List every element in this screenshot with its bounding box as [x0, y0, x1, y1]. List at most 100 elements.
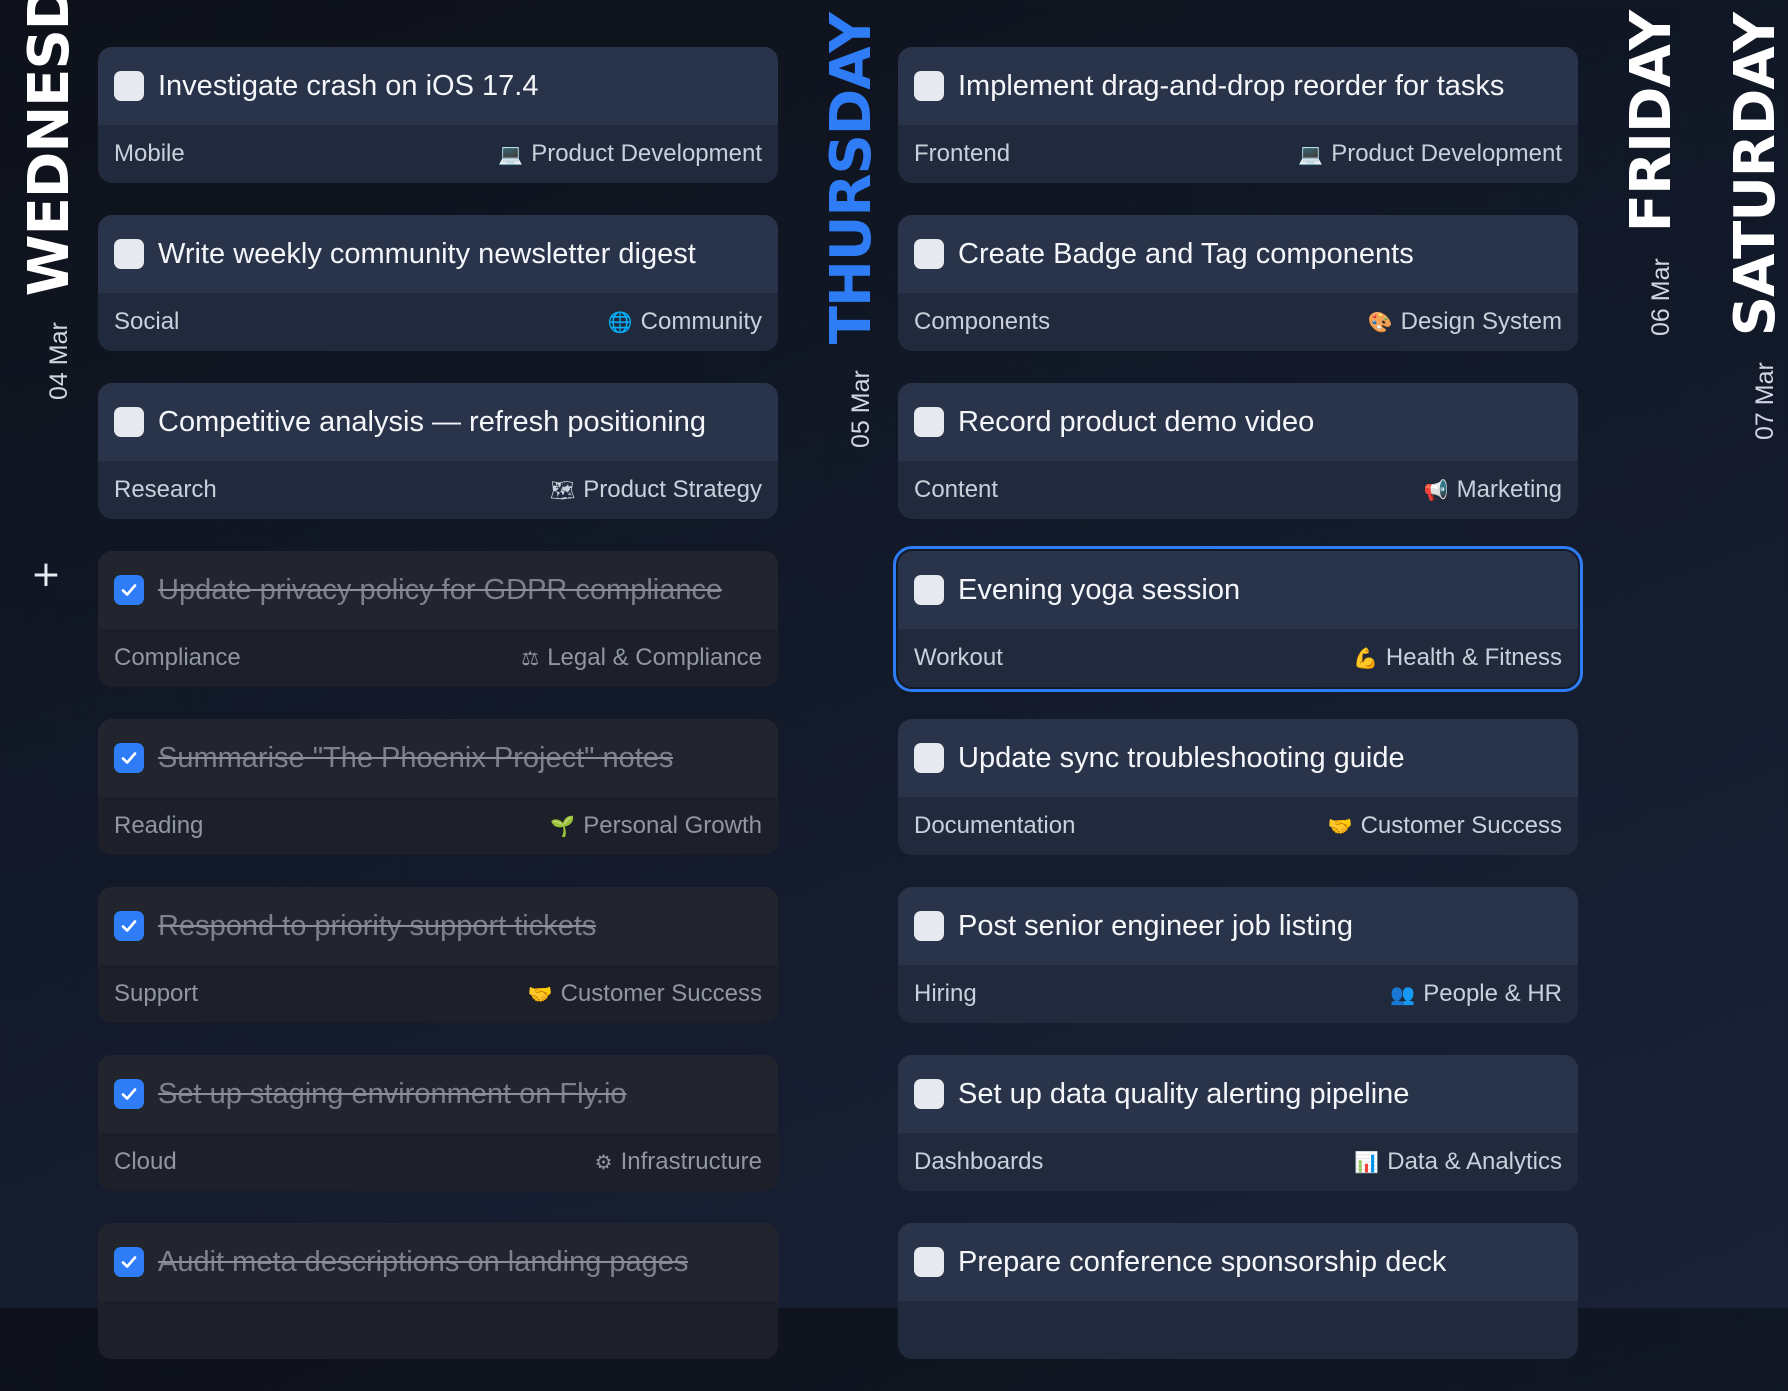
- task-card-footer: Dashboards 📊 Data & Analytics: [898, 1133, 1578, 1191]
- day-name: WEDNESDAY: [17, 0, 82, 297]
- task-card-footer: Compliance ⚖ Legal & Compliance: [98, 629, 778, 687]
- checkbox-checked[interactable]: [114, 743, 144, 773]
- day-date: 04 Mar: [45, 322, 73, 400]
- task-tag: Workout: [914, 644, 1003, 671]
- task-title[interactable]: Investigate crash on iOS 17.4: [158, 70, 538, 103]
- task-category-label: Customer Success: [1360, 812, 1562, 839]
- task-title[interactable]: Prepare conference sponsorship deck: [958, 1246, 1446, 1279]
- task-card[interactable]: Post senior engineer job listing Hiring 👥 P…: [898, 887, 1578, 1023]
- task-card-footer: Social 🌐 Community: [98, 293, 778, 351]
- task-category: 📢 Marketing: [1424, 476, 1562, 504]
- task-card[interactable]: Update privacy policy for GDPR complianc…: [98, 551, 778, 687]
- task-title[interactable]: Set up staging environment on Fly.io: [158, 1078, 627, 1111]
- task-category-label: Product Strategy: [583, 476, 762, 503]
- day-name: THURSDAY: [819, 13, 884, 345]
- task-tag: Support: [114, 980, 199, 1007]
- checkbox[interactable]: [914, 407, 944, 437]
- globe-icon: 🌐: [607, 310, 633, 334]
- task-card[interactable]: Record product demo video Content 📢 Marketi…: [898, 383, 1578, 519]
- task-category-label: Infrastructure: [620, 1148, 762, 1175]
- task-card[interactable]: Set up data quality alerting pipeline Das…: [898, 1055, 1578, 1191]
- checkbox-checked[interactable]: [114, 911, 144, 941]
- task-card-header: Record product demo video: [898, 383, 1578, 461]
- day-date: 06 Mar: [1647, 258, 1675, 336]
- task-category: 👥 People & HR: [1390, 980, 1562, 1008]
- checkbox[interactable]: [114, 407, 144, 437]
- task-title[interactable]: Audit meta descriptions on landing pages: [158, 1246, 688, 1279]
- checkbox[interactable]: [914, 71, 944, 101]
- task-category: ⚙ Infrastructure: [595, 1148, 762, 1176]
- checkbox[interactable]: [914, 1079, 944, 1109]
- checkbox[interactable]: [114, 71, 144, 101]
- task-card-header: Evening yoga session: [898, 551, 1578, 629]
- task-title[interactable]: Create Badge and Tag components: [958, 238, 1414, 271]
- task-category: 💻 Product Development: [1298, 140, 1562, 168]
- task-title[interactable]: Set up data quality alerting pipeline: [958, 1078, 1409, 1111]
- task-card-header: Post senior engineer job listing: [898, 887, 1578, 965]
- task-card[interactable]: Create Badge and Tag components Component…: [898, 215, 1578, 351]
- task-category-label: Marketing: [1456, 476, 1562, 503]
- task-title[interactable]: Competitive analysis — refresh positioni…: [158, 406, 706, 439]
- wednesday-column: Investigate crash on iOS 17.4 Mobile 💻 Prod…: [98, 47, 778, 1391]
- task-card-footer: Support 🤝 Customer Success: [98, 965, 778, 1023]
- checkbox-checked[interactable]: [114, 575, 144, 605]
- checkbox[interactable]: [914, 575, 944, 605]
- task-category: 📊 Data & Analytics: [1354, 1148, 1562, 1176]
- thursday-column: Implement drag-and-drop reorder for task…: [893, 47, 1583, 1391]
- task-card-header: Create Badge and Tag components: [898, 215, 1578, 293]
- task-category-label: Product Development: [1331, 140, 1562, 167]
- task-card[interactable]: Audit meta descriptions on landing pages: [98, 1223, 778, 1359]
- flexed-arm-icon: 💪: [1353, 646, 1378, 670]
- checkbox[interactable]: [914, 911, 944, 941]
- task-tag: Documentation: [914, 812, 1076, 839]
- task-card-footer: [98, 1301, 778, 1359]
- task-card[interactable]: Summarise "The Phoenix Project" notes Rea…: [98, 719, 778, 855]
- task-card-footer: Documentation 🤝 Customer Success: [898, 797, 1578, 855]
- task-category: ⚖ Legal & Compliance: [521, 644, 762, 672]
- checkmark-icon: [121, 920, 137, 932]
- map-icon: 🗺: [549, 478, 576, 502]
- task-title[interactable]: Summarise "The Phoenix Project" notes: [158, 742, 673, 775]
- task-title[interactable]: Implement drag-and-drop reorder for task…: [958, 70, 1504, 103]
- task-card-footer: Mobile 💻 Product Development: [98, 125, 778, 183]
- task-category-label: Personal Growth: [583, 812, 762, 839]
- task-card[interactable]: Evening yoga session Workout 💪 Health & Fit…: [893, 546, 1583, 692]
- task-card[interactable]: Write weekly community newsletter digest…: [98, 215, 778, 351]
- checkbox[interactable]: [914, 239, 944, 269]
- checkbox[interactable]: [914, 743, 944, 773]
- task-tag: Mobile: [114, 140, 185, 167]
- scales-icon: ⚖: [521, 646, 540, 670]
- laptop-icon: 💻: [1298, 142, 1324, 166]
- task-category-label: Legal & Compliance: [547, 644, 762, 671]
- day-name: FRIDAY: [1619, 10, 1684, 233]
- checkbox[interactable]: [114, 239, 144, 269]
- add-task-button[interactable]: +: [30, 557, 62, 593]
- checkbox-checked[interactable]: [114, 1079, 144, 1109]
- task-tag: Research: [114, 476, 217, 503]
- task-category-label: Customer Success: [560, 980, 762, 1007]
- task-title[interactable]: Record product demo video: [958, 406, 1314, 439]
- task-category: 💻 Product Development: [498, 140, 762, 168]
- task-title[interactable]: Update privacy policy for GDPR complianc…: [158, 574, 722, 607]
- task-card[interactable]: Prepare conference sponsorship deck: [898, 1223, 1578, 1359]
- checkbox-checked[interactable]: [114, 1247, 144, 1277]
- task-title[interactable]: Evening yoga session: [958, 574, 1240, 607]
- laptop-icon: 💻: [498, 142, 524, 166]
- task-card[interactable]: Competitive analysis — refresh positioni…: [98, 383, 778, 519]
- task-card[interactable]: Implement drag-and-drop reorder for task…: [898, 47, 1578, 183]
- task-title[interactable]: Update sync troubleshooting guide: [958, 742, 1405, 775]
- task-card-header: Update privacy policy for GDPR complianc…: [98, 551, 778, 629]
- task-title[interactable]: Write weekly community newsletter digest: [158, 238, 696, 271]
- task-tag: Dashboards: [914, 1148, 1044, 1175]
- task-title[interactable]: Respond to priority support tickets: [158, 910, 596, 943]
- task-card[interactable]: Investigate crash on iOS 17.4 Mobile 💻 Prod…: [98, 47, 778, 183]
- task-title[interactable]: Post senior engineer job listing: [958, 910, 1353, 943]
- checkmark-icon: [121, 752, 137, 764]
- task-card[interactable]: Update sync troubleshooting guide Documen…: [898, 719, 1578, 855]
- task-card[interactable]: Respond to priority support tickets Suppo…: [98, 887, 778, 1023]
- task-category: 🌱 Personal Growth: [550, 812, 762, 840]
- checkbox[interactable]: [914, 1247, 944, 1277]
- task-card-footer: Cloud ⚙ Infrastructure: [98, 1133, 778, 1191]
- task-card-header: Write weekly community newsletter digest: [98, 215, 778, 293]
- task-card[interactable]: Set up staging environment on Fly.io Clou…: [98, 1055, 778, 1191]
